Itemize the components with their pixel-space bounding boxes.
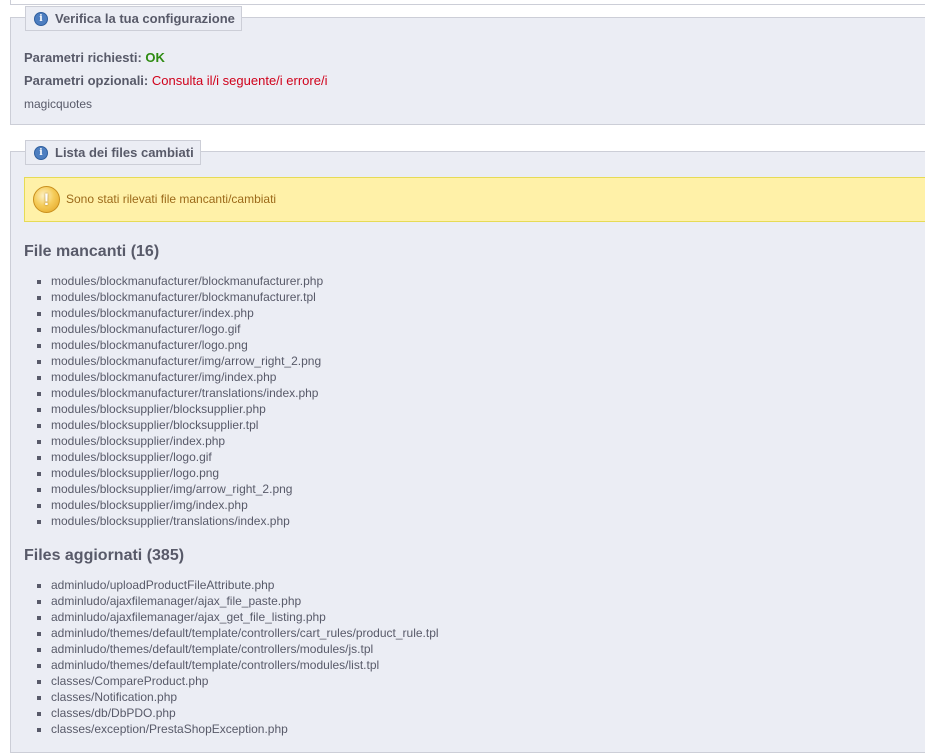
config-check-title: Verifica la tua configurazione [55, 11, 235, 26]
file-list-item: modules/blocksupplier/blocksupplier.tpl [24, 417, 323, 433]
changed-files-title: Lista dei files cambiati [55, 145, 194, 160]
required-params-row: Parametri richiesti: OK [24, 50, 165, 65]
info-icon: i [34, 11, 48, 26]
previous-panel-edge [10, 0, 925, 5]
optional-params-label: Parametri opzionali: [24, 73, 149, 88]
file-list-item: modules/blocksupplier/logo.png [24, 465, 323, 481]
file-list-item: modules/blocksupplier/img/index.php [24, 497, 323, 513]
updated-files-list: adminludo/uploadProductFileAttribute.php… [24, 577, 439, 737]
file-list-item: modules/blockmanufacturer/img/index.php [24, 369, 323, 385]
file-list-item: adminludo/themes/default/template/contro… [24, 641, 439, 657]
file-list-item: classes/db/DbPDO.php [24, 705, 439, 721]
file-list-item: modules/blockmanufacturer/img/arrow_righ… [24, 353, 323, 369]
file-list-item: modules/blocksupplier/img/arrow_right_2.… [24, 481, 323, 497]
file-list-item: adminludo/ajaxfilemanager/ajax_file_past… [24, 593, 439, 609]
config-check-panel: i Verifica la tua configurazione Parametr… [10, 6, 925, 125]
file-list-item: modules/blockmanufacturer/index.php [24, 305, 323, 321]
missing-files-heading: File mancanti (16) [24, 243, 160, 260]
file-list-item: adminludo/themes/default/template/contro… [24, 657, 439, 673]
file-list-item: adminludo/ajaxfilemanager/ajax_get_file_… [24, 609, 439, 625]
changed-files-legend: i Lista dei files cambiati [25, 140, 201, 165]
changed-files-panel: i Lista dei files cambiati ! Sono stati r… [10, 140, 925, 753]
optional-params-status: Consulta il/i seguente/i errore/i [151, 73, 328, 88]
file-list-item: modules/blocksupplier/translations/index… [24, 513, 323, 529]
file-list-item: modules/blocksupplier/index.php [24, 433, 323, 449]
file-list-item: modules/blockmanufacturer/logo.gif [24, 321, 323, 337]
file-list-item: classes/Notification.php [24, 689, 439, 705]
file-list-item: classes/CompareProduct.php [24, 673, 439, 689]
warning-message: Sono stati rilevati file mancanti/cambia… [66, 192, 277, 206]
required-params-label: Parametri richiesti: [24, 50, 142, 65]
updated-files-heading: Files aggiornati (385) [24, 547, 185, 564]
file-list-item: modules/blockmanufacturer/blockmanufactu… [24, 273, 323, 289]
file-list-item: adminludo/themes/default/template/contro… [24, 625, 439, 641]
config-check-legend: i Verifica la tua configurazione [25, 6, 242, 31]
file-list-item: modules/blocksupplier/logo.gif [24, 449, 323, 465]
file-list-item: adminludo/uploadProductFileAttribute.php [24, 577, 439, 593]
missing-files-list: modules/blockmanufacturer/blockmanufactu… [24, 273, 323, 529]
warning-box: ! Sono stati rilevati file mancanti/camb… [24, 177, 925, 222]
file-list-item: classes/exception/PrestaShopException.ph… [24, 721, 439, 737]
optional-params-row: Parametri opzionali: Consulta il/i segue… [24, 73, 327, 88]
file-list-item: modules/blocksupplier/blocksupplier.php [24, 401, 323, 417]
warning-icon: ! [33, 186, 60, 213]
optional-param-item: magicquotes [24, 97, 93, 111]
info-icon: i [34, 145, 48, 160]
file-list-item: modules/blockmanufacturer/translations/i… [24, 385, 323, 401]
file-list-item: modules/blockmanufacturer/blockmanufactu… [24, 289, 323, 305]
required-params-status: OK [145, 50, 165, 65]
file-list-item: modules/blockmanufacturer/logo.png [24, 337, 323, 353]
